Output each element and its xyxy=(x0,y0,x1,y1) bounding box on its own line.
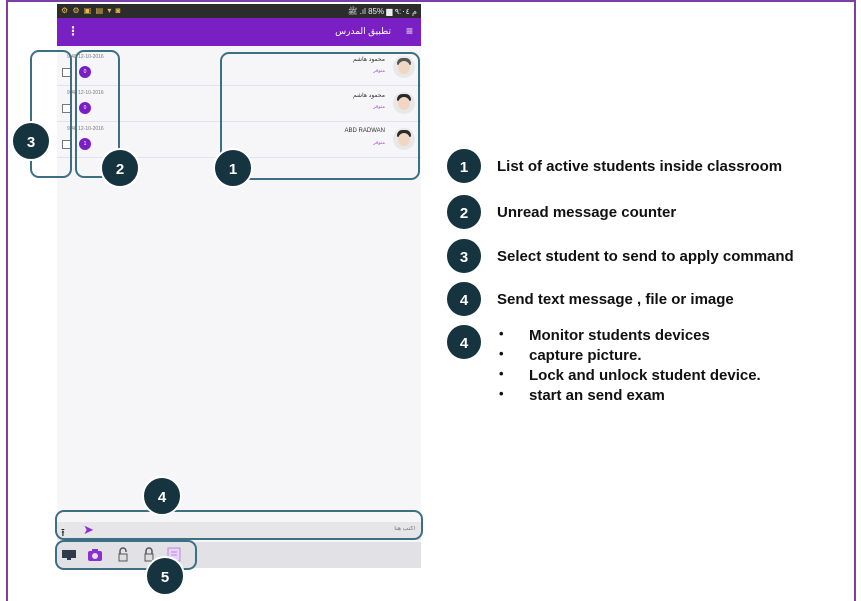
legend-item: 3 Select student to send to apply comman… xyxy=(445,237,855,277)
legend-text: Unread message counter xyxy=(497,204,677,221)
legend-bullet: Lock and unlock student device. xyxy=(497,366,761,387)
callout-badge-1: 1 xyxy=(213,148,253,188)
legend-item: 4 Monitor students devices capture pictu… xyxy=(445,323,855,413)
legend-text: Select student to send to apply command xyxy=(497,248,794,265)
legend-number: 4 xyxy=(445,280,483,318)
callout-box-4 xyxy=(55,510,423,540)
legend-bullet: start an send exam xyxy=(497,386,761,407)
kebab-icon[interactable]: ⋮ xyxy=(67,24,79,38)
callout-badge-4: 4 xyxy=(142,476,182,516)
callout-badge-3: 3 xyxy=(11,121,51,161)
status-clock: ﷺ ‎.ıl 85% ▆ م ٩:٠٤ xyxy=(347,7,417,16)
legend-number: 1 xyxy=(445,147,483,185)
app-bar: ⋮ تطبيق المدرس ≡ xyxy=(57,18,421,46)
legend-bullet: Monitor students devices xyxy=(497,326,761,347)
legend-bullets: Monitor students devices capture picture… xyxy=(497,326,761,407)
legend-text: List of active students inside classroom xyxy=(497,158,783,175)
callout-badge-5: 5 xyxy=(145,556,185,596)
legend-item: 1 List of active students inside classro… xyxy=(445,147,855,187)
legend-item: 2 Unread message counter xyxy=(445,193,855,233)
callout-badge-2: 2 xyxy=(100,148,140,188)
legend-text: Send text message , file or image xyxy=(497,291,734,308)
legend-bullet: capture picture. xyxy=(497,346,761,367)
status-icons: ⚙ ⚙ ▣ ▤ ▾ ◙ xyxy=(61,6,122,15)
app-title: تطبيق المدرس xyxy=(335,26,391,36)
legend-number: 4 xyxy=(445,323,483,361)
legend-number: 3 xyxy=(445,237,483,275)
status-bar: ⚙ ⚙ ▣ ▤ ▾ ◙ ﷺ ‎.ıl 85% ▆ م ٩:٠٤ xyxy=(57,4,421,18)
hamburger-icon[interactable]: ≡ xyxy=(406,24,413,38)
legend-number: 2 xyxy=(445,193,483,231)
legend-item: 4 Send text message , file or image xyxy=(445,280,855,320)
